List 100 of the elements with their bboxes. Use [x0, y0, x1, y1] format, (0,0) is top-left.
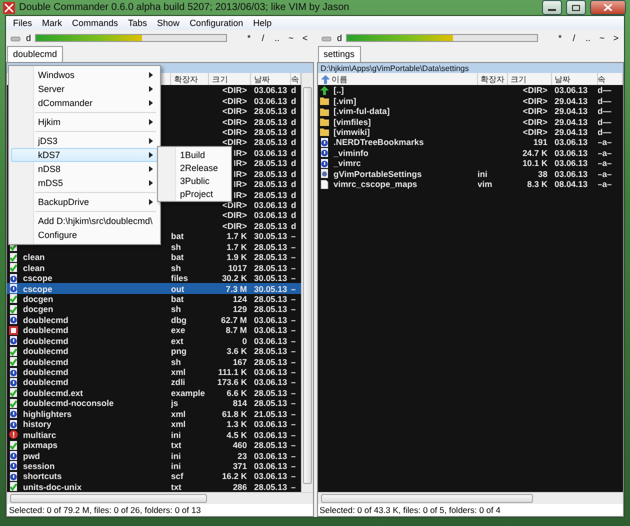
menu-bar-item[interactable]: Help — [248, 18, 277, 28]
navigation-button[interactable]: .. — [272, 33, 282, 43]
file-row[interactable]: .NERDTreeBookmarks 191 03.06.13 –a– — [318, 137, 623, 148]
file-row[interactable]: [.vim-ful-data] <DIR> 29.04.13 d— — [318, 106, 623, 116]
file-attributes: d— — [598, 106, 612, 116]
file-attributes: – — [291, 440, 297, 450]
file-row[interactable]: highlighters xml 61.8 K 21.05.13 – — [7, 408, 300, 419]
file-row[interactable]: doublecmd.ext example 6.6 K 28.05.13 – — [7, 388, 300, 398]
file-row[interactable]: gVimPortableSettings ini 38 03.06.13 –a– — [318, 168, 623, 179]
file-row[interactable]: units-doc-unix txt 286 28.05.13 – — [7, 482, 300, 492]
file-row[interactable]: doublecmd zdli 173.6 K 03.06.13 – — [7, 377, 300, 388]
menu-item[interactable]: BackupDrive — [11, 195, 158, 209]
column-header[interactable]: 확장자 — [171, 73, 209, 85]
file-row[interactable]: doublecmd xml 111.1 K 03.06.13 – — [7, 366, 300, 378]
script-file-icon — [9, 294, 18, 304]
menu-bar-item[interactable]: Configuration — [184, 18, 248, 28]
menu-bar-item[interactable]: Mark — [37, 18, 68, 28]
file-row[interactable]: doublecmd-noconsole js 814 28.05.13 – — [7, 398, 300, 409]
file-row[interactable]: shortcuts scf 16.2 K 03.06.13 – — [7, 471, 300, 482]
file-row[interactable]: doublecmd exe 8.7 M 03.06.13 – — [7, 325, 300, 336]
column-header[interactable]: 크기 — [508, 73, 552, 85]
file-row[interactable]: clean bat 1.9 K 28.05.13 – — [7, 252, 300, 262]
navigation-button[interactable]: ~ — [597, 33, 607, 43]
file-row[interactable]: cscope files 30.2 K 30.05.13 – — [7, 272, 300, 284]
navigation-button[interactable]: < — [300, 33, 310, 43]
menu-item[interactable]: 1Build — [160, 148, 229, 161]
file-row[interactable]: history xml 1.3 K 03.06.13 – — [7, 419, 300, 430]
file-row[interactable]: [..] <DIR> 03.06.13 d— — [318, 85, 623, 96]
column-header[interactable]: 속 — [598, 73, 623, 85]
navigation-button[interactable]: / — [569, 33, 579, 43]
navigation-button[interactable]: .. — [583, 33, 593, 43]
drive-letter[interactable]: d — [26, 33, 32, 43]
file-row[interactable]: [vimwiki] <DIR> 29.04.13 d— — [318, 126, 623, 138]
menu-item[interactable]: dCommander — [11, 96, 158, 110]
file-row[interactable]: pwd ini 23 03.06.13 – — [7, 450, 300, 461]
vertical-scrollbar[interactable] — [300, 73, 312, 492]
menu-item[interactable]: Configure — [11, 228, 158, 242]
menu-item[interactable]: jDS3 — [11, 134, 158, 148]
menu-item[interactable]: Windwos — [11, 68, 158, 82]
file-attributes: –a– — [598, 158, 613, 168]
drive-icon[interactable] — [9, 34, 22, 42]
menu-item[interactable]: 2Release — [160, 161, 229, 174]
maximize-button[interactable] — [566, 0, 586, 15]
file-row[interactable]: _vimrc 10.1 K 03.06.13 –a– — [318, 158, 623, 168]
file-date: 28.05.13 — [253, 346, 288, 356]
file-row[interactable]: multiarc ini 4.5 K 03.06.13 – — [7, 429, 300, 440]
panel-tab[interactable]: doublecmd — [7, 46, 64, 62]
file-row[interactable]: pixmaps txt 460 28.05.13 – — [7, 440, 300, 450]
file-size: <DIR> — [221, 85, 248, 96]
file-size: <DIR> — [522, 126, 548, 137]
column-header[interactable]: 이름 — [318, 73, 478, 85]
column-header[interactable]: 확장자 — [478, 73, 508, 85]
menu-item[interactable]: pProject — [160, 187, 229, 200]
horizontal-scrollbar[interactable] — [7, 492, 312, 504]
menu-item[interactable]: kDS7 — [11, 148, 158, 162]
panel-tab[interactable]: settings — [318, 46, 361, 62]
menu-item[interactable]: nDS8 — [11, 162, 158, 176]
file-attributes: – — [291, 450, 297, 461]
menu-item[interactable]: Add D:\hjkim\src\doublecmd\ — [11, 214, 158, 228]
unknown-file-icon — [9, 315, 18, 324]
navigation-button[interactable]: ~ — [286, 33, 296, 43]
file-date: 28.05.13 — [253, 179, 288, 190]
menu-item[interactable]: mDS5 — [11, 176, 158, 190]
column-header[interactable]: 날짜 — [552, 73, 598, 85]
navigation-button[interactable]: / — [258, 33, 268, 43]
file-attributes: –a– — [598, 179, 613, 190]
close-button[interactable] — [590, 0, 626, 15]
file-size: 111.1 K — [217, 367, 248, 378]
navigation-button[interactable]: * — [244, 33, 254, 43]
column-header[interactable]: 날짜 — [251, 73, 291, 85]
menu-bar-item[interactable]: Commands — [67, 18, 124, 28]
file-row[interactable]: doublecmd ext 0 03.06.13 – — [7, 336, 300, 346]
navigation-button[interactable]: > — [611, 33, 621, 43]
file-row[interactable]: [.vim] <DIR> 29.04.13 d— — [318, 95, 623, 106]
file-row[interactable]: doublecmd dbg 62.7 M 03.06.13 – — [7, 314, 300, 326]
drive-icon[interactable] — [320, 34, 333, 42]
menu-bar-item[interactable]: Files — [8, 18, 38, 28]
selected-file-row[interactable]: cscope out 7.3 M 30.05.13 – — [7, 283, 300, 294]
file-row[interactable]: session ini 371 03.06.13 – — [7, 460, 300, 472]
menu-bar-item[interactable]: Show — [152, 18, 185, 28]
file-row[interactable]: doublecmd png 3.6 K 28.05.13 – — [7, 346, 300, 356]
file-row[interactable]: doublecmd sh 167 28.05.13 – — [7, 356, 300, 367]
file-size: 6.6 K — [226, 388, 248, 398]
file-attributes: d — [291, 190, 298, 200]
file-name: doublecmd-noconsole — [22, 398, 114, 408]
file-row[interactable]: vimrc_cscope_maps vim 8.3 K 08.04.13 –a– — [318, 178, 623, 190]
file-row[interactable]: docgen bat 124 28.05.13 – — [7, 294, 300, 304]
menu-item[interactable]: Hjkim — [11, 115, 158, 129]
horizontal-scrollbar[interactable] — [318, 492, 623, 504]
file-row[interactable]: clean sh 1017 28.05.13 – — [7, 262, 300, 273]
navigation-button[interactable]: * — [555, 33, 565, 43]
file-row[interactable]: [vimfiles] <DIR> 29.04.13 d— — [318, 116, 623, 127]
column-header[interactable]: 크기 — [209, 73, 251, 85]
minimize-button[interactable] — [542, 0, 562, 15]
menu-bar-item[interactable]: Tabs — [123, 18, 152, 28]
file-row[interactable]: docgen sh 129 28.05.13 – — [7, 304, 300, 315]
menu-item[interactable]: 3Public — [160, 174, 229, 187]
file-row[interactable]: _viminfo 24.7 K 03.06.13 –a– — [318, 148, 623, 158]
menu-item[interactable]: Server — [11, 82, 158, 96]
drive-letter[interactable]: d — [337, 33, 342, 43]
